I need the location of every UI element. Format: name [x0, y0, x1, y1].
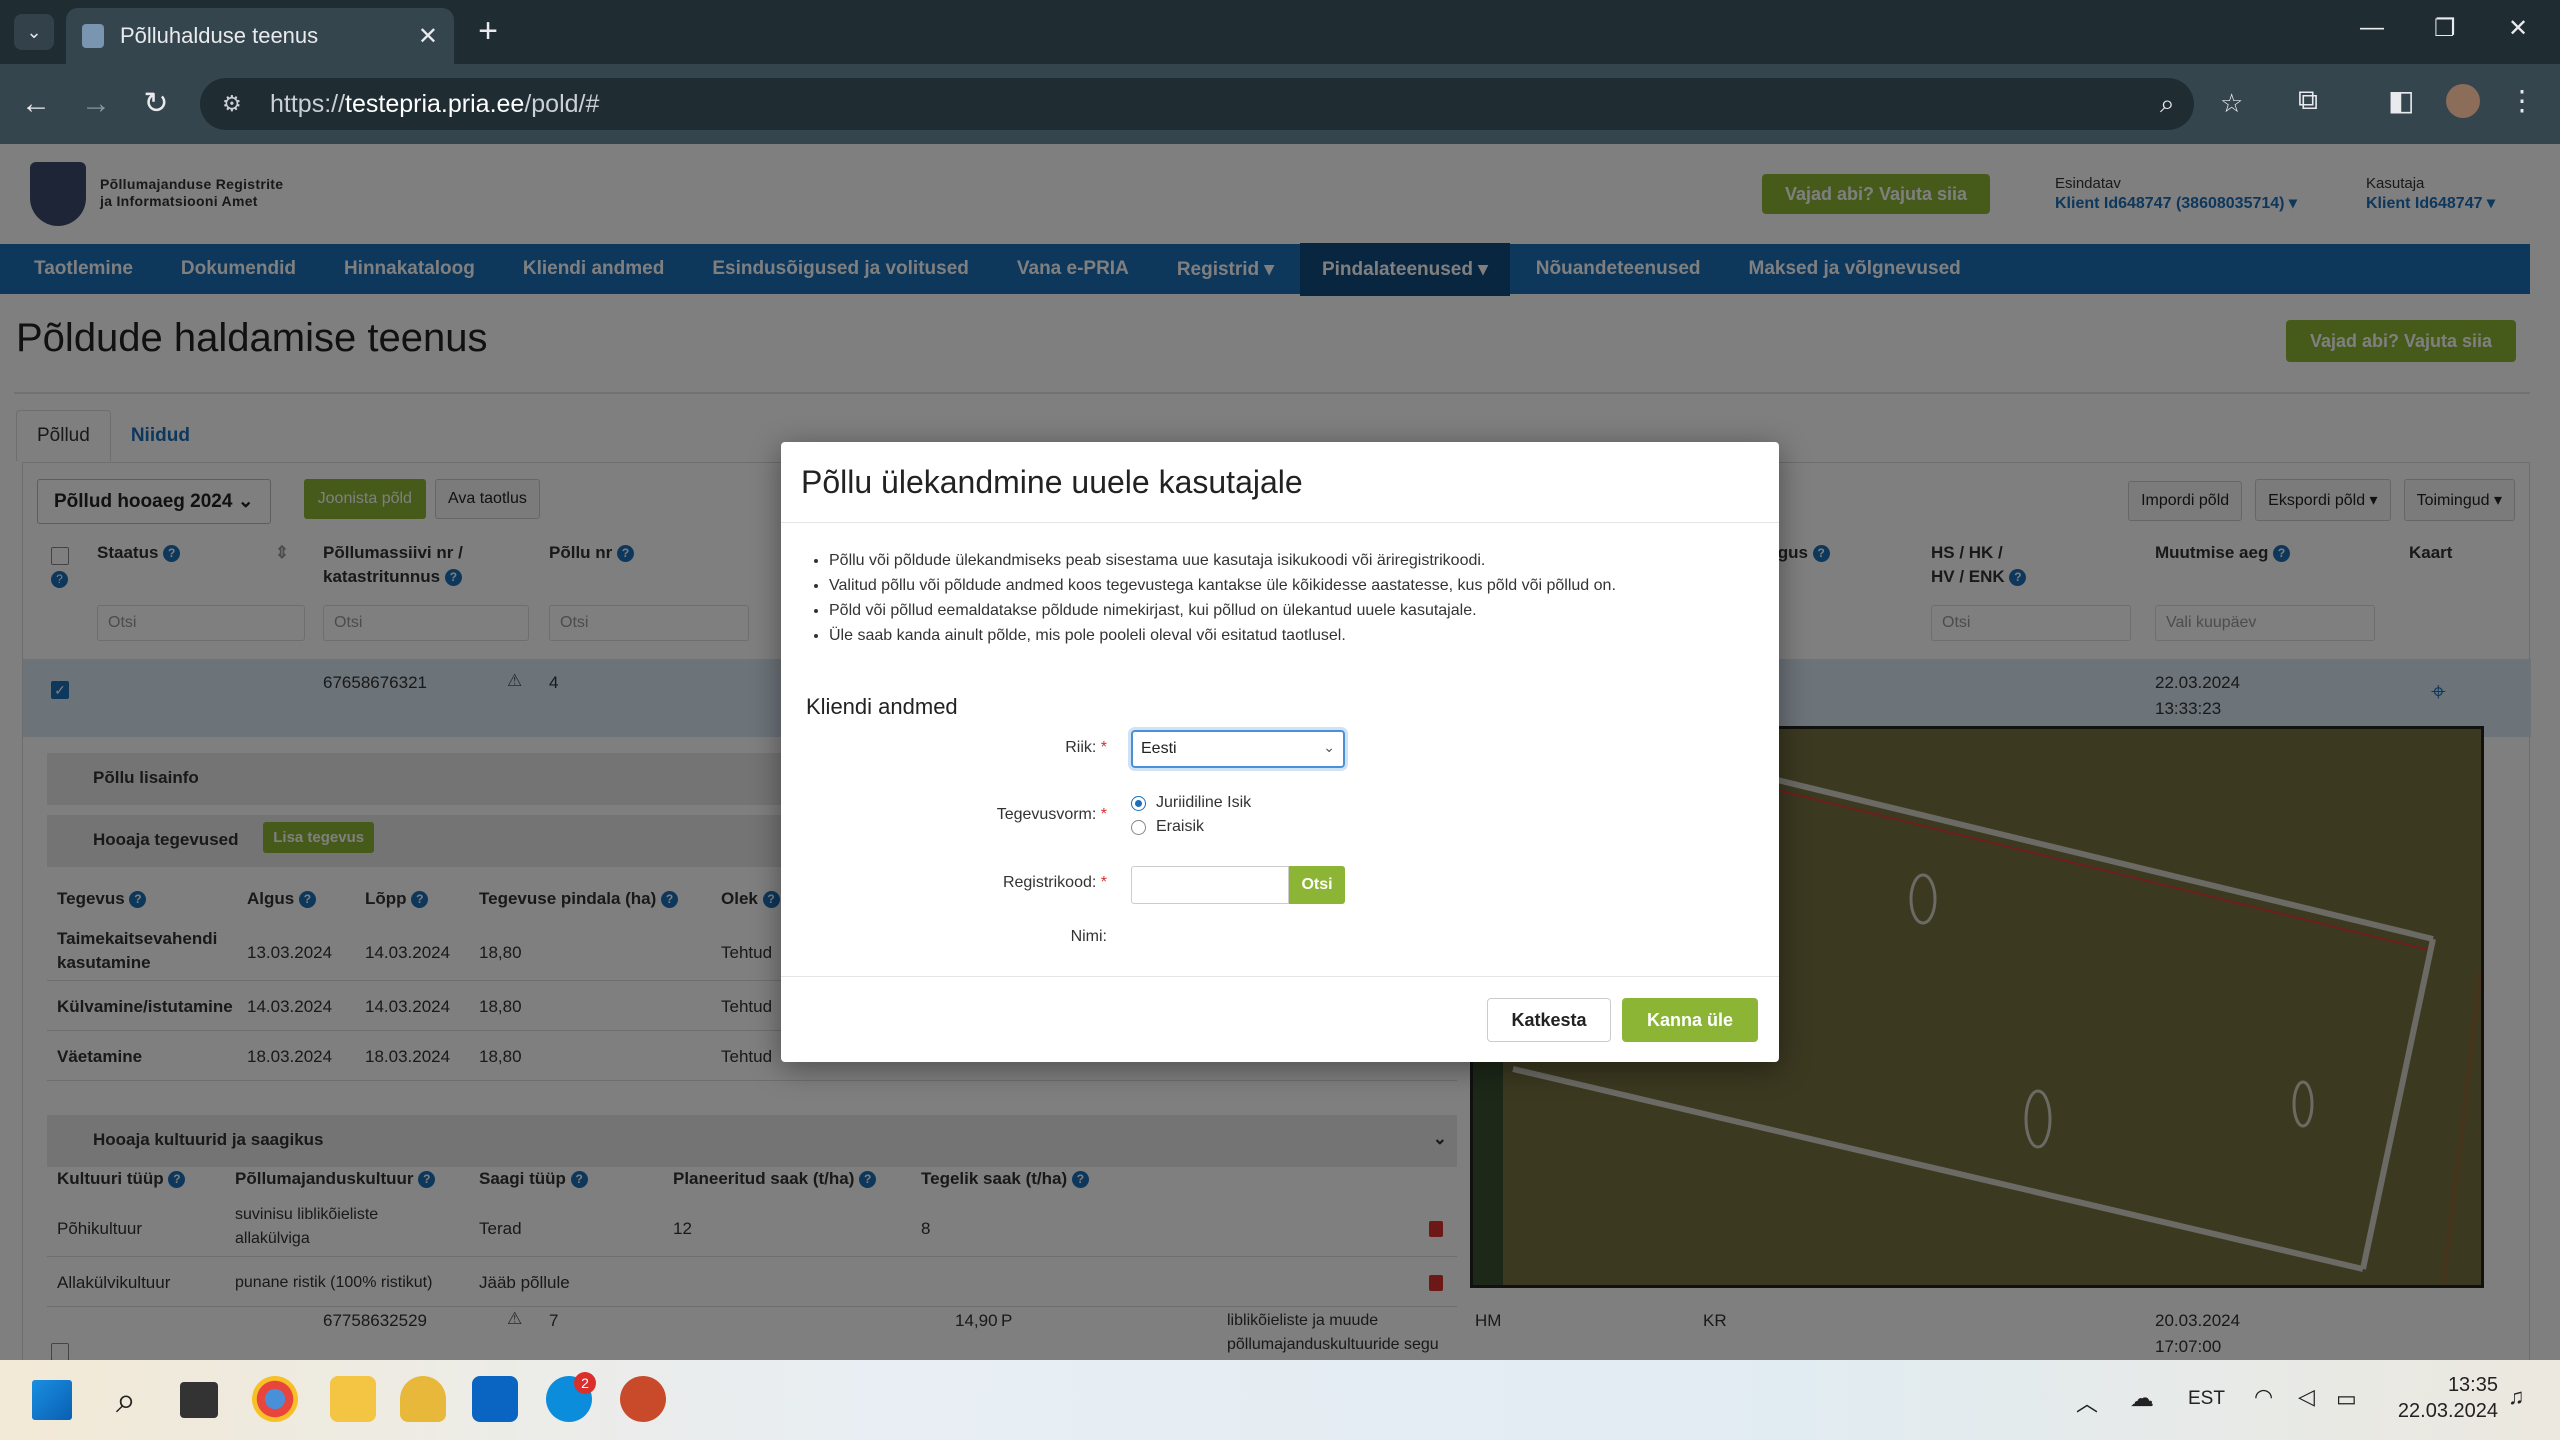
browser-tabbar: ⌄ Põlluhalduse teenus ✕ + — ❐ ✕: [0, 0, 2560, 64]
clock-date[interactable]: 22.03.2024: [2388, 1400, 2498, 1423]
input-language[interactable]: EST: [2188, 1388, 2225, 1410]
cancel-button[interactable]: Katkesta: [1487, 998, 1611, 1042]
browser-toolbar: ← → ↻ ⚙ https://testepria.pria.ee/pold/#…: [0, 64, 2560, 144]
back-icon[interactable]: ←: [18, 86, 54, 122]
extensions-icon[interactable]: ⧉: [2298, 84, 2318, 117]
chevron-down-icon: ⌄: [1323, 739, 1335, 755]
outlook-icon[interactable]: [472, 1376, 518, 1422]
reg-code-input[interactable]: [1131, 866, 1289, 904]
address-bar[interactable]: ⚙ https://testepria.pria.ee/pold/# ⌕ ☆: [200, 78, 2243, 130]
windows-start-icon[interactable]: [32, 1380, 72, 1420]
site-info-icon[interactable]: ⚙: [222, 91, 252, 117]
reload-icon[interactable]: ↻: [138, 86, 174, 122]
close-tab-icon[interactable]: ✕: [418, 22, 438, 51]
info-item: Valitud põllu või põldude andmed koos te…: [829, 573, 1616, 598]
security-lock-icon[interactable]: [400, 1376, 446, 1422]
skype-badge: 2: [574, 1372, 596, 1394]
radio-button[interactable]: [1131, 819, 1146, 835]
url-path: /pold/#: [524, 89, 600, 118]
bookmark-star-icon[interactable]: ☆: [2220, 88, 2243, 119]
powerpoint-icon[interactable]: [620, 1376, 666, 1422]
required-mark: *: [1100, 806, 1107, 823]
tab-title: Põlluhalduse teenus: [120, 23, 319, 48]
info-item: Põld või põllud eemaldatakse põldude nim…: [829, 598, 1616, 623]
country-select[interactable]: Eesti ⌄: [1131, 730, 1345, 768]
required-mark: *: [1100, 739, 1107, 756]
site-favicon-icon: [82, 24, 104, 48]
task-view-icon[interactable]: [180, 1382, 218, 1418]
tab-search-icon[interactable]: ⌄: [14, 14, 54, 50]
restore-icon[interactable]: ❐: [2434, 14, 2456, 43]
menu-kebab-icon[interactable]: ⋮: [2508, 84, 2536, 117]
divider: [781, 976, 1779, 977]
radio-legal-person-label: Juriidiline Isik: [1156, 794, 1252, 811]
reg-code-label-text: Registrikood:: [1002, 874, 1097, 891]
search-icon[interactable]: ⌕: [106, 1380, 146, 1420]
browser-tab[interactable]: Põlluhalduse teenus ✕: [66, 8, 454, 64]
os-taskbar: ⌕ 2 ︿ ☁ EST ◠ ◁ ▭ 13:35 22.03.2024 ♫: [0, 1360, 2560, 1440]
profile-avatar[interactable]: [2446, 84, 2480, 118]
transfer-button[interactable]: Kanna üle: [1622, 998, 1758, 1042]
dialog-info-list: Põllu või põldude ülekandmiseks peab sis…: [829, 548, 1616, 648]
battery-icon[interactable]: ▭: [2336, 1386, 2357, 1412]
forward-icon[interactable]: →: [78, 86, 114, 122]
file-explorer-icon[interactable]: [330, 1376, 376, 1422]
tray-chevron-icon[interactable]: ︿: [2076, 1386, 2098, 1418]
notification-bell-icon[interactable]: ♫: [2508, 1384, 2525, 1410]
wifi-icon[interactable]: ◠: [2254, 1384, 2273, 1410]
zoom-icon[interactable]: ⌕: [2160, 88, 2175, 120]
search-button[interactable]: Otsi: [1289, 866, 1345, 904]
required-mark: *: [1100, 874, 1107, 891]
country-label: Riik: *: [1065, 739, 1107, 757]
side-panel-icon[interactable]: ◧: [2388, 84, 2414, 117]
reg-code-label: Registrikood: *: [1003, 874, 1107, 892]
divider: [781, 522, 1779, 523]
radio-private-person[interactable]: Eraisik: [1131, 818, 1204, 836]
info-item: Põllu või põldude ülekandmiseks peab sis…: [829, 548, 1616, 573]
info-item: Üle saab kanda ainult põlde, mis pole po…: [829, 623, 1616, 648]
clock-time[interactable]: 13:35: [2418, 1374, 2498, 1397]
url-scheme: https://: [270, 89, 346, 118]
dialog-title: Põllu ülekandmine uuele kasutajale: [801, 464, 1303, 500]
country-value: Eesti: [1141, 740, 1177, 757]
close-window-icon[interactable]: ✕: [2508, 14, 2528, 43]
radio-private-person-label: Eraisik: [1156, 818, 1205, 835]
minimize-icon[interactable]: —: [2360, 14, 2384, 42]
client-data-heading: Kliendi andmed: [806, 694, 958, 719]
radio-legal-person[interactable]: Juriidiline Isik: [1131, 794, 1251, 812]
transfer-field-dialog: Põllu ülekandmine uuele kasutajale Põllu…: [781, 442, 1779, 1062]
chrome-icon[interactable]: [252, 1376, 298, 1422]
legal-form-label-text: Tegevusvorm:: [996, 806, 1097, 823]
url-host: testepria.pria.ee: [345, 89, 525, 118]
legal-form-label: Tegevusvorm: *: [997, 806, 1107, 824]
onedrive-icon[interactable]: ☁: [2130, 1384, 2154, 1413]
radio-button-selected[interactable]: [1131, 795, 1146, 811]
volume-icon[interactable]: ◁: [2298, 1384, 2315, 1410]
name-label: Nimi:: [1070, 928, 1107, 945]
country-label-text: Riik:: [1065, 739, 1097, 756]
new-tab-icon[interactable]: +: [470, 14, 506, 50]
